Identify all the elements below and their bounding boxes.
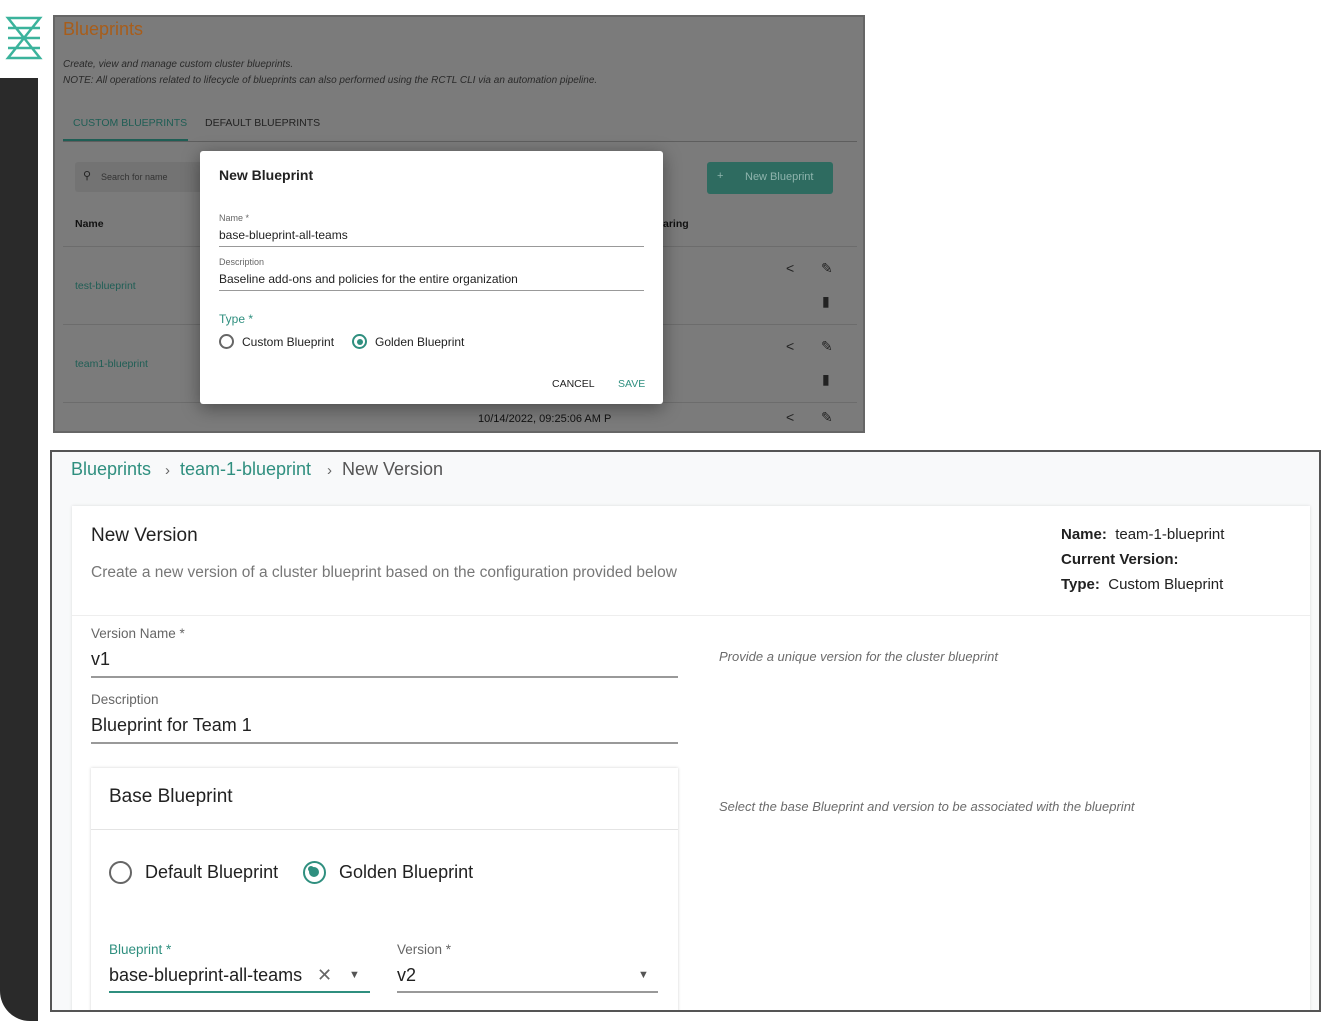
new-version-page: Blueprints › team-1-blueprint › New Vers… <box>50 450 1321 1012</box>
base-blueprint-hint: Select the base Blueprint and version to… <box>719 799 1135 814</box>
new-blueprint-label: New Blueprint <box>745 171 814 183</box>
base-blueprint-title: Base Blueprint <box>109 786 233 807</box>
radio-golden-blueprint[interactable] <box>352 334 367 349</box>
blueprint-select[interactable]: base-blueprint-all-teams <box>109 965 309 986</box>
base-blueprint-section: Base Blueprint Default Blueprint Golden … <box>91 768 678 1010</box>
edit-icon[interactable]: ✎ <box>821 338 833 355</box>
card-title: New Version <box>91 525 198 546</box>
name-label: Name * <box>219 213 250 223</box>
tab-default-blueprints[interactable]: DEFAULT BLUEPRINTS <box>205 117 320 129</box>
underline <box>219 246 644 247</box>
underline-focused <box>109 991 370 993</box>
breadcrumb-current: New Version <box>342 459 444 479</box>
description-input[interactable]: Blueprint for Team 1 <box>91 715 252 736</box>
breadcrumb-separator: › <box>327 462 332 479</box>
row-link[interactable]: team1-blueprint <box>75 358 148 370</box>
chevron-down-icon[interactable]: ▼ <box>638 969 649 981</box>
new-version-card: New Version Create a new version of a cl… <box>72 506 1310 1010</box>
new-blueprint-button[interactable]: + New Blueprint <box>707 162 833 194</box>
chevron-down-icon[interactable]: ▼ <box>349 969 360 981</box>
search-input[interactable]: ⚲ Search for name <box>75 162 215 192</box>
breadcrumb-team-1-blueprint[interactable]: team-1-blueprint <box>180 459 311 480</box>
edit-icon[interactable]: ✎ <box>821 409 833 426</box>
page-title: Blueprints <box>63 19 144 39</box>
delete-icon[interactable]: ▮ <box>822 371 830 388</box>
breadcrumb-separator: › <box>165 462 170 479</box>
version-label: Version * <box>397 942 452 957</box>
version-hint: Provide a unique version for the cluster… <box>719 649 998 664</box>
active-tab-indicator <box>63 139 188 141</box>
row-link[interactable]: test-blueprint <box>75 280 136 292</box>
cancel-button[interactable]: CANCEL <box>552 378 595 390</box>
clear-icon[interactable]: ✕ <box>317 965 332 986</box>
underline <box>397 991 658 993</box>
divider <box>72 615 1310 616</box>
radio-golden-blueprint[interactable] <box>303 861 326 884</box>
info-current-version-label: Current Version: <box>1061 551 1179 568</box>
description-label: Description <box>219 257 265 267</box>
delete-icon[interactable]: ▮ <box>822 293 830 310</box>
radio-label: Golden Blueprint <box>339 862 474 882</box>
page-subtitle: Create, view and manage custom cluster b… <box>63 59 294 70</box>
plus-icon: + <box>717 170 724 182</box>
page-note: NOTE: All operations related to lifecycl… <box>63 75 598 86</box>
underline <box>91 742 678 744</box>
info-name-value: team-1-blueprint <box>1115 526 1225 543</box>
divider <box>91 829 678 830</box>
underline <box>219 290 644 291</box>
logo-icon <box>5 16 43 60</box>
version-name-label: Version Name * <box>91 626 185 641</box>
share-icon[interactable]: < <box>786 409 794 425</box>
search-icon: ⚲ <box>83 170 92 182</box>
column-name: Name <box>75 218 104 230</box>
timestamp: 10/14/2022, 09:25:06 AM P <box>478 413 612 425</box>
new-blueprint-dialog: New Blueprint Name * base-blueprint-all-… <box>200 151 663 404</box>
column-sharing: aring <box>663 218 689 230</box>
radio-default-blueprint[interactable] <box>109 861 132 884</box>
sidebar <box>0 78 38 1021</box>
name-input[interactable]: base-blueprint-all-teams <box>219 228 348 242</box>
edit-icon[interactable]: ✎ <box>821 260 833 277</box>
blueprint-label: Blueprint * <box>109 942 172 957</box>
tab-custom-blueprints[interactable]: CUSTOM BLUEPRINTS <box>73 117 187 129</box>
description-input[interactable]: Baseline add-ons and policies for the en… <box>219 272 518 286</box>
description-label: Description <box>91 692 159 707</box>
info-type-value: Custom Blueprint <box>1108 576 1224 593</box>
info-name-label: Name: <box>1061 526 1107 543</box>
radio-label: Default Blueprint <box>145 862 279 882</box>
save-button[interactable]: SAVE <box>618 378 645 390</box>
radio-label: Custom Blueprint <box>242 335 335 349</box>
underline <box>91 676 678 678</box>
card-subtitle: Create a new version of a cluster bluepr… <box>91 564 677 581</box>
radio-label: Golden Blueprint <box>375 335 465 349</box>
share-icon[interactable]: < <box>786 338 794 354</box>
breadcrumb-blueprints[interactable]: Blueprints <box>71 459 151 480</box>
radio-custom-blueprint[interactable] <box>219 334 234 349</box>
search-placeholder: Search for name <box>101 172 168 182</box>
version-name-input[interactable]: v1 <box>91 649 110 670</box>
share-icon[interactable]: < <box>786 260 794 276</box>
version-select[interactable]: v2 <box>397 965 416 986</box>
type-label: Type * <box>219 312 254 326</box>
info-type-label: Type: <box>1061 576 1100 593</box>
dialog-title: New Blueprint <box>219 167 314 183</box>
